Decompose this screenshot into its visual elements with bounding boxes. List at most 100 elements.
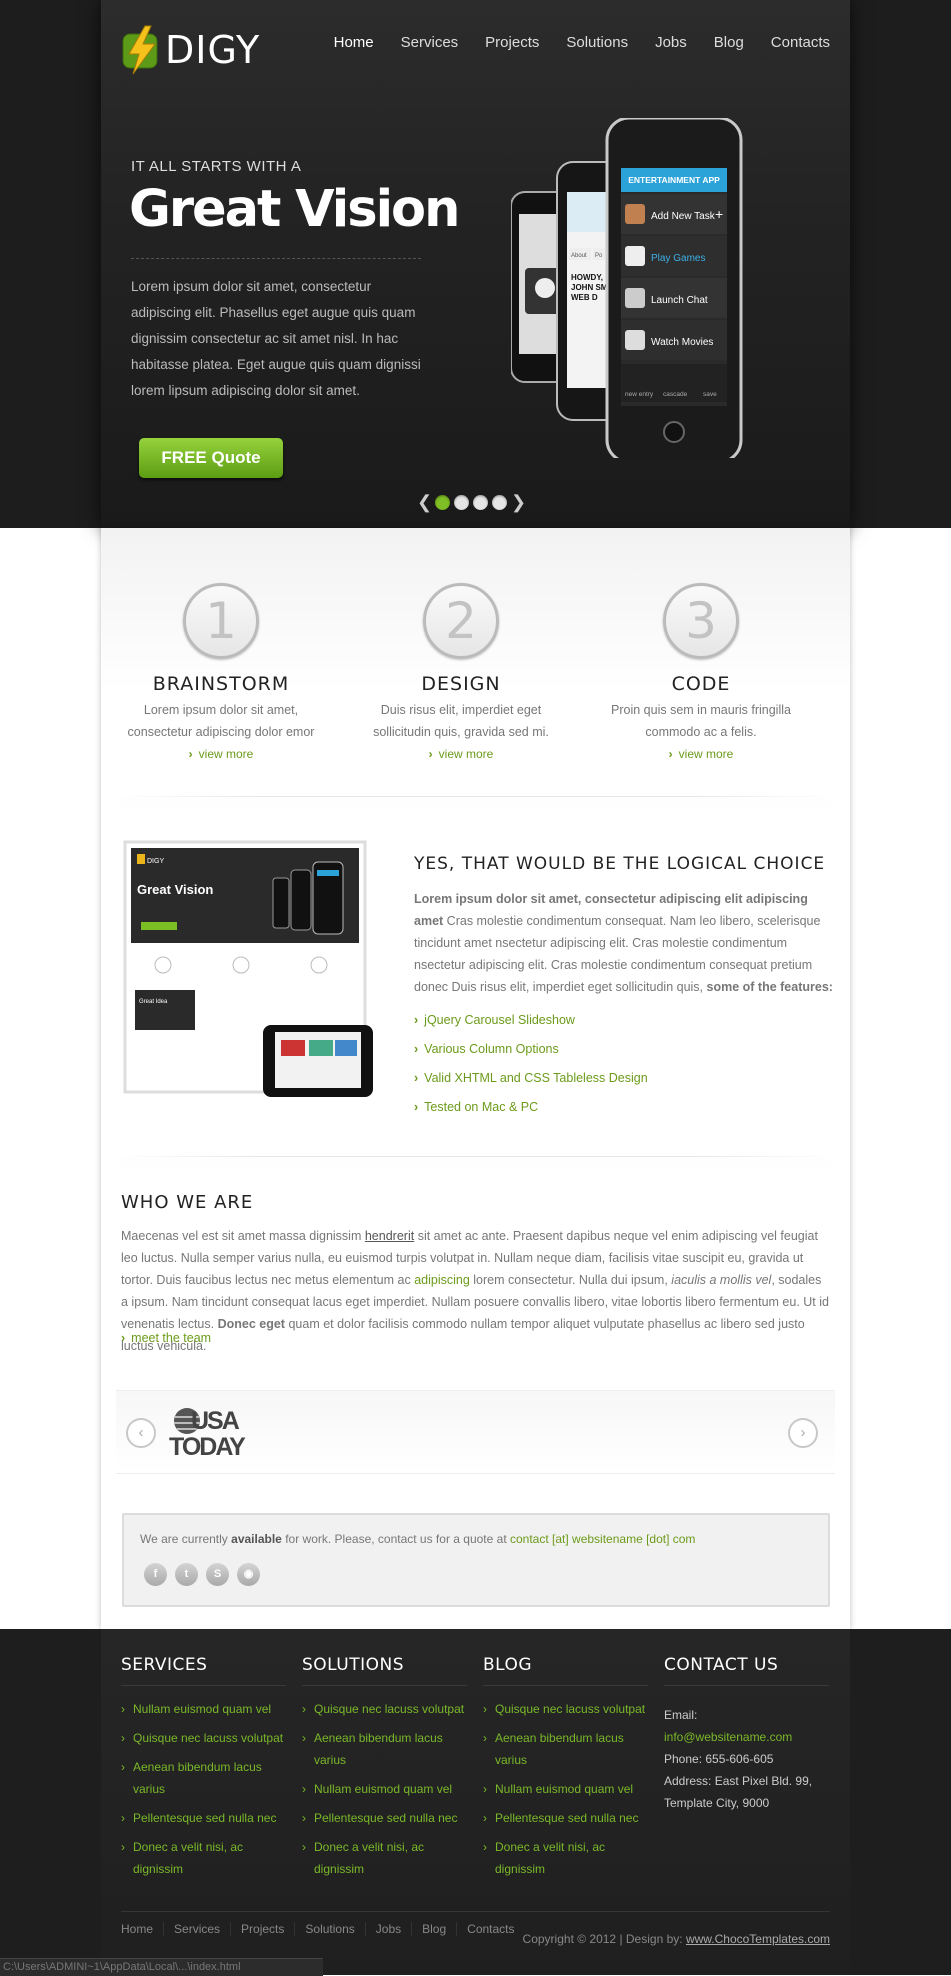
- nav-solutions[interactable]: Solutions: [566, 34, 628, 51]
- nav-jobs[interactable]: Jobs: [655, 34, 687, 51]
- footer-link[interactable]: Nullam euismod quam vel: [302, 1778, 467, 1800]
- footer-link[interactable]: Aenean bibendum lacus varius: [121, 1756, 286, 1800]
- carousel-prev-icon[interactable]: ‹: [126, 1418, 156, 1448]
- footer-link[interactable]: Aenean bibendum lacus varius: [483, 1727, 648, 1771]
- footer-solutions: SOLUTIONS Quisque nec lacuss volutpat Ae…: [302, 1655, 467, 1887]
- back-phone-tab-po: Po: [595, 253, 603, 259]
- feature-link[interactable]: Tested on Mac & PC: [424, 1100, 538, 1114]
- footer-contact: CONTACT US Email: info@websitename.com P…: [664, 1655, 829, 1814]
- footer-link[interactable]: Pellentesque sed nulla nec: [121, 1807, 286, 1829]
- footer-nav-jobs[interactable]: Jobs: [364, 1922, 411, 1936]
- slider-dot-2[interactable]: [454, 495, 469, 510]
- footer-nav-blog[interactable]: Blog: [411, 1922, 456, 1936]
- footer: SERVICES Nullam euismod quam vel Quisque…: [0, 1629, 951, 1975]
- footer-bottom: Home Services Projects Solutions Jobs Bl…: [121, 1911, 830, 1946]
- footer-link[interactable]: Donec a velit nisi, ac dignissim: [302, 1836, 467, 1880]
- section-divider: [116, 796, 835, 797]
- footer-link[interactable]: Donec a velit nisi, ac dignissim: [121, 1836, 286, 1880]
- list-item: › jQuery Carousel Slideshow: [414, 1006, 648, 1035]
- feature-brainstorm: 1 BRAINSTORM Lorem ipsum dolor sit amet,…: [111, 583, 331, 761]
- phones-illustration: M About Po HOWDY, I'M JOHN SMITH, I'M WE…: [511, 118, 743, 458]
- adipiscing-link[interactable]: adipiscing: [414, 1273, 470, 1287]
- view-more-link[interactable]: view more: [439, 747, 494, 761]
- footer-link[interactable]: Quisque nec lacuss volutpat: [302, 1698, 467, 1720]
- footer-services: SERVICES Nullam euismod quam vel Quisque…: [121, 1655, 286, 1887]
- availability-text: We are currently available for work. Ple…: [140, 1532, 695, 1546]
- nav-blog[interactable]: Blog: [714, 34, 744, 51]
- rss-icon[interactable]: ◉: [237, 1563, 260, 1586]
- footer-link[interactable]: Nullam euismod quam vel: [483, 1778, 648, 1800]
- footer-nav-home[interactable]: Home: [121, 1922, 163, 1936]
- feature-more: › view more: [111, 747, 331, 761]
- meet-team: › meet the team: [121, 1331, 211, 1345]
- slider-prev-icon[interactable]: ❮: [417, 492, 432, 513]
- slider-next-icon[interactable]: ❯: [511, 492, 526, 513]
- free-quote-button[interactable]: FREE Quote: [139, 438, 283, 478]
- footer-nav-solutions[interactable]: Solutions: [294, 1922, 364, 1936]
- footer-link[interactable]: Aenean bibendum lacus varius: [302, 1727, 467, 1771]
- usa-logo-line1: USA: [191, 1407, 240, 1435]
- svg-text:Great Vision: Great Vision: [137, 882, 213, 897]
- feature-text: Duis risus elit, imperdiet eget sollicit…: [373, 703, 549, 739]
- footer-link[interactable]: Quisque nec lacuss volutpat: [121, 1727, 286, 1749]
- footer-nav-projects[interactable]: Projects: [230, 1922, 294, 1936]
- nav-home[interactable]: Home: [334, 34, 374, 51]
- arrow-icon: ›: [414, 1071, 419, 1085]
- arrow-icon: ›: [414, 1100, 419, 1114]
- nav-services[interactable]: Services: [401, 34, 459, 51]
- footer-heading: CONTACT US: [664, 1655, 829, 1686]
- contact-email-link[interactable]: contact [at] websitename [dot] com: [510, 1532, 695, 1546]
- feature-text: Lorem ipsum dolor sit amet, consectetur …: [127, 703, 315, 739]
- app-menu-play-games: Play Games: [651, 253, 705, 264]
- footer-link[interactable]: Pellentesque sed nulla nec: [302, 1807, 467, 1829]
- twitter-icon[interactable]: t: [175, 1563, 198, 1586]
- list-item: › Tested on Mac & PC: [414, 1093, 648, 1122]
- nav-projects[interactable]: Projects: [485, 34, 539, 51]
- arrow-icon: ›: [121, 1331, 126, 1345]
- feature-design: 2 DESIGN Duis risus elit, imperdiet eget…: [351, 583, 571, 761]
- facebook-icon[interactable]: f: [144, 1563, 167, 1586]
- designer-link[interactable]: www.ChocoTemplates.com: [686, 1932, 830, 1946]
- email-link[interactable]: info@websitename.com: [664, 1726, 829, 1748]
- feature-link[interactable]: Various Column Options: [424, 1042, 559, 1056]
- footer-link[interactable]: Nullam euismod quam vel: [121, 1698, 286, 1720]
- availability-box: We are currently available for work. Ple…: [122, 1513, 830, 1607]
- main-content: 1 BRAINSTORM Lorem ipsum dolor sit amet,…: [101, 528, 850, 1629]
- feature-link[interactable]: jQuery Carousel Slideshow: [424, 1013, 575, 1027]
- slider-dot-1[interactable]: [435, 495, 450, 510]
- slider-dot-3[interactable]: [473, 495, 488, 510]
- footer-link[interactable]: Quisque nec lacuss volutpat: [483, 1698, 648, 1720]
- carousel-next-icon[interactable]: ›: [788, 1418, 818, 1448]
- template-screenshot-image: DIGY Great Vision Great Idea: [123, 840, 373, 1097]
- copyright: Copyright © 2012 | Design by: www.ChocoT…: [523, 1932, 830, 1946]
- who-underline: hendrerit: [364, 1229, 415, 1243]
- nav-contacts[interactable]: Contacts: [771, 34, 830, 51]
- choice-tail: some of the features:: [706, 980, 833, 994]
- slider-dot-4[interactable]: [492, 495, 507, 510]
- email-label: Email:: [664, 1708, 698, 1722]
- arrow-icon: ›: [414, 1013, 419, 1027]
- feature-more: › view more: [351, 747, 571, 761]
- view-more-link[interactable]: view more: [199, 747, 254, 761]
- svg-text:DIGY: DIGY: [147, 858, 164, 865]
- footer-link[interactable]: Pellentesque sed nulla nec: [483, 1807, 648, 1829]
- hero-divider: [131, 258, 421, 259]
- contact-details: Email: info@websitename.com Phone: 655-6…: [664, 1704, 829, 1814]
- number-3-icon: 3: [663, 583, 739, 659]
- footer-link[interactable]: Donec a velit nisi, ac dignissim: [483, 1836, 648, 1880]
- app-menu-watch-movies: Watch Movies: [651, 337, 713, 348]
- who-text-part: Maecenas vel est sit amet massa dignissi…: [121, 1229, 362, 1243]
- view-more-link[interactable]: view more: [679, 747, 734, 761]
- avail-bold: available: [231, 1532, 282, 1546]
- back-phone-tab-about: About: [571, 253, 587, 259]
- features-section: 1 BRAINSTORM Lorem ipsum dolor sit amet,…: [101, 528, 850, 798]
- skype-icon[interactable]: S: [206, 1563, 229, 1586]
- footer-nav-contacts[interactable]: Contacts: [456, 1922, 524, 1936]
- meet-the-team-link[interactable]: meet the team: [131, 1331, 211, 1345]
- main-nav: Home Services Projects Solutions Jobs Bl…: [307, 34, 830, 51]
- footer-inner: SERVICES Nullam euismod quam vel Quisque…: [101, 1629, 850, 1975]
- feature-link[interactable]: Valid XHTML and CSS Tableless Design: [424, 1071, 648, 1085]
- logo[interactable]: DIGY: [121, 22, 260, 78]
- footer-nav-services[interactable]: Services: [163, 1922, 230, 1936]
- footer-heading: SOLUTIONS: [302, 1655, 467, 1686]
